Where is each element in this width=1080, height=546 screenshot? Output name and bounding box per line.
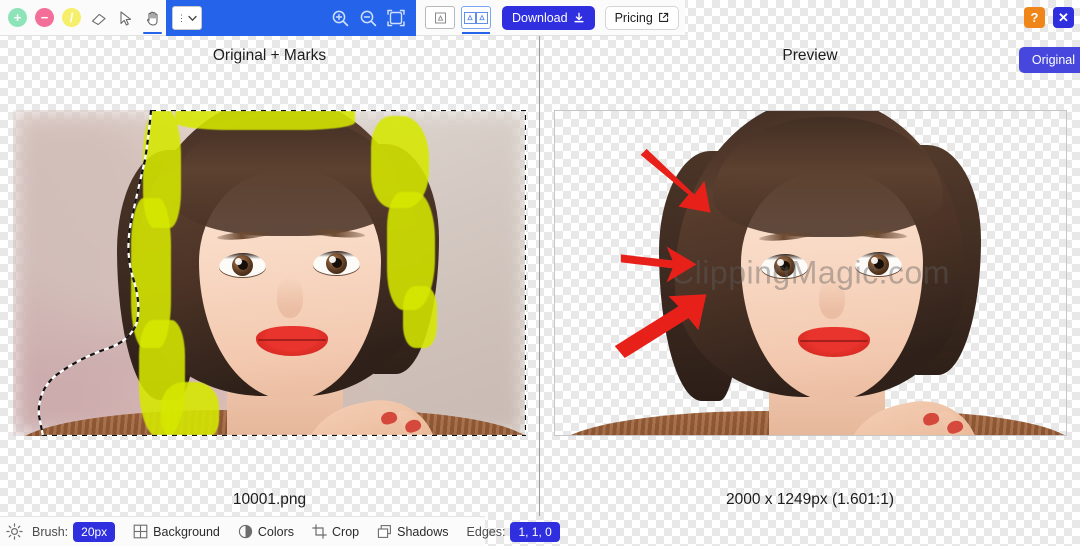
- preview-pane-title: Preview: [782, 47, 838, 64]
- brush-size-badge[interactable]: 20px: [73, 521, 116, 542]
- subject-figure: [13, 110, 526, 436]
- pane-divider[interactable]: [539, 36, 540, 516]
- download-button[interactable]: Download: [502, 5, 595, 30]
- top-toolbar: + − / ⋮ Download Pricing: [0, 0, 1080, 36]
- zoom-in-button[interactable]: [326, 3, 354, 33]
- download-label: Download: [512, 10, 568, 25]
- download-icon: [574, 12, 584, 22]
- nose: [277, 276, 303, 318]
- pricing-link[interactable]: Pricing: [604, 5, 679, 30]
- background-icon: [133, 524, 148, 539]
- preview-image-canvas[interactable]: ClippingMagic.com: [554, 110, 1067, 436]
- minus-circle-pink-icon: −: [35, 8, 54, 27]
- hand-icon: [146, 11, 158, 26]
- split-view-icon: [464, 11, 488, 24]
- colors-label: Colors: [257, 524, 295, 539]
- zoom-out-icon: [360, 10, 376, 26]
- pointer-tool-button[interactable]: [112, 2, 139, 34]
- edges-value-badge[interactable]: 1, 1, 0: [510, 521, 560, 542]
- remove-tool-button[interactable]: −: [31, 2, 58, 34]
- zoom-in-icon: [332, 10, 348, 26]
- view-single-button[interactable]: [425, 6, 455, 29]
- crop-button[interactable]: Crop: [303, 517, 368, 546]
- brush-size-stepper[interactable]: ⋮: [172, 6, 202, 30]
- editor-workspace: Original + Marks 10001.png Preview Origi…: [0, 36, 1080, 516]
- edges-control[interactable]: Edges: 1, 1, 0: [458, 517, 569, 546]
- clipping-magic-editor: + − / ⋮ Download Pricing ? ✕ Original + …: [0, 0, 1080, 546]
- edges-label: Edges:: [466, 524, 506, 539]
- external-link-icon: [658, 12, 668, 22]
- cursor-icon: [119, 10, 131, 26]
- shadows-label: Shadows: [397, 524, 449, 539]
- original-pane-title: Original + Marks: [212, 47, 327, 64]
- preview-pane: Preview Original ClippingMagic.com 2000 …: [540, 36, 1080, 516]
- eraser-icon: [91, 13, 106, 25]
- colors-button[interactable]: Colors: [229, 517, 303, 546]
- settings-button[interactable]: [6, 523, 23, 540]
- eraser-tool-button[interactable]: [85, 2, 112, 34]
- colors-icon: [238, 524, 253, 539]
- view-and-actions-group: Download Pricing: [416, 0, 685, 36]
- pricing-label: Pricing: [614, 10, 653, 25]
- preview-photo: ClippingMagic.com: [555, 111, 1066, 435]
- fit-screen-icon: [387, 9, 405, 27]
- show-original-button[interactable]: Original: [1018, 47, 1080, 73]
- background-button[interactable]: Background: [124, 517, 229, 546]
- subject-figure-cutout: [555, 111, 1066, 435]
- zoom-out-button[interactable]: [354, 3, 382, 33]
- bottom-toolbar: Brush: 20px Background Colors Crop Shado…: [0, 516, 560, 546]
- hair-tool-button[interactable]: /: [58, 2, 85, 34]
- keep-mark: [175, 110, 355, 130]
- background-label: Background: [153, 524, 220, 539]
- original-filename-caption: 10001.png: [232, 491, 307, 508]
- stepper-dots-icon: ⋮: [177, 12, 186, 23]
- window-controls: ? ✕: [1024, 7, 1074, 28]
- brush-size-control[interactable]: Brush: 20px: [23, 517, 124, 546]
- original-image-canvas[interactable]: [13, 110, 526, 436]
- add-keep-tool-button[interactable]: +: [4, 2, 31, 34]
- plus-circle-green-icon: +: [8, 8, 27, 27]
- original-photo: [13, 110, 526, 436]
- eye-left: [761, 254, 808, 279]
- shadows-button[interactable]: Shadows: [368, 517, 457, 546]
- single-view-icon: [434, 12, 446, 23]
- gear-icon: [6, 523, 23, 540]
- chevron-down-icon: [188, 15, 197, 21]
- original-marks-pane: Original + Marks 10001.png: [0, 36, 539, 516]
- zoom-group: ⋮: [166, 0, 416, 36]
- brush-label: Brush:: [32, 524, 69, 539]
- shadows-icon: [377, 525, 392, 538]
- preview-dimensions-caption: 2000 x 1249px (1.601:1): [725, 491, 895, 508]
- tool-group-left: + − /: [0, 0, 166, 36]
- slash-circle-yellow-icon: /: [62, 8, 81, 27]
- close-button[interactable]: ✕: [1053, 7, 1074, 28]
- eye-left: [219, 253, 266, 278]
- crop-label: Crop: [332, 524, 360, 539]
- keep-mark: [161, 382, 219, 436]
- crop-icon: [312, 524, 327, 539]
- eye-right: [313, 251, 360, 276]
- keep-mark: [403, 286, 437, 348]
- fit-to-screen-button[interactable]: [382, 3, 410, 33]
- eye-right: [855, 252, 902, 277]
- help-button[interactable]: ?: [1024, 7, 1045, 28]
- nose: [819, 277, 845, 319]
- view-split-button[interactable]: [461, 6, 491, 34]
- pan-tool-button[interactable]: [139, 2, 166, 34]
